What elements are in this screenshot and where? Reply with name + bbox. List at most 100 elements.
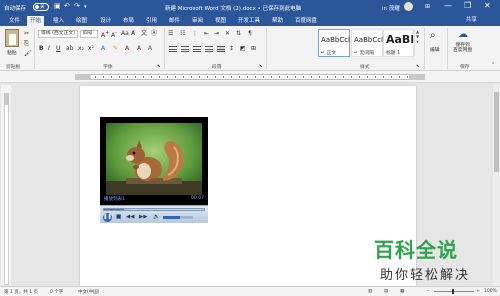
highlight-icon[interactable]: ✎ [113, 45, 118, 52]
font-dialog-launcher-icon[interactable]: ⬊ [157, 62, 160, 69]
redo-icon[interactable]: ↷ [74, 2, 80, 10]
paste-label[interactable]: 粘贴 [7, 49, 17, 56]
subscript-icon[interactable]: x₂ [78, 45, 84, 52]
cut-icon[interactable]: ✂ [24, 30, 29, 37]
show-marks-icon[interactable]: ¶ [248, 30, 252, 37]
word-count[interactable]: 0 个字 [50, 289, 63, 295]
ruler-tick [351, 76, 352, 78]
media-player[interactable]: 播放列表1 00:07 ❚❚ ■ ◀◀ ▶▶ 🔈 [100, 117, 208, 223]
font-group-label: 字体 [103, 65, 113, 70]
grow-font-icon[interactable]: A+ [101, 30, 109, 39]
share-button[interactable]: 共享 [466, 15, 477, 25]
editing-label[interactable]: 编辑 [430, 46, 440, 53]
tab-review[interactable]: 审阅 [189, 16, 206, 26]
shading-icon[interactable]: ◩ [240, 45, 246, 52]
distributed-icon[interactable] [217, 46, 225, 52]
paste-icon[interactable] [5, 29, 19, 47]
save-to-baidu-button[interactable]: 保存到 百度网盘 [453, 43, 472, 53]
language-indicator[interactable]: 中文(中国) [78, 289, 100, 295]
group-divider [447, 28, 448, 69]
tab-help[interactable]: 帮助 [269, 16, 286, 26]
tab-insert[interactable]: 插入 [50, 16, 67, 26]
qat-dropdown-icon[interactable]: ▾ [84, 4, 87, 10]
time-readout: 00:07 [191, 196, 204, 201]
strikethrough-icon[interactable]: ab [66, 45, 74, 52]
tab-draw[interactable]: 绘图 [73, 16, 90, 26]
align-right-icon[interactable] [193, 46, 201, 52]
next-icon[interactable]: ▶▶ [139, 213, 147, 221]
page-count[interactable]: 第 1 页，共 1 页 [4, 289, 38, 295]
ruler-left-margin [75, 74, 91, 80]
align-left-icon[interactable] [169, 46, 177, 52]
enclose-char-icon[interactable]: Ⓐ [151, 30, 157, 37]
seek-bar[interactable] [103, 208, 205, 211]
font-name-select[interactable]: 等线 (西文正文) [38, 30, 78, 38]
tab-layout[interactable]: 布局 [120, 16, 137, 26]
text-effects-icon[interactable]: A [101, 45, 105, 52]
char-shading-icon[interactable]: A [137, 45, 141, 52]
tab-developer[interactable]: 开发工具 [235, 16, 263, 26]
copy-icon[interactable]: ⎘ [24, 40, 29, 47]
collapse-ribbon-icon[interactable]: ⌃ [491, 62, 495, 69]
tab-file[interactable]: 文件 [6, 16, 23, 26]
format-painter-icon[interactable]: 🖌 [24, 50, 32, 57]
tab-design[interactable]: 设计 [97, 16, 114, 26]
borders-icon[interactable]: ⊞ [251, 45, 256, 52]
tab-references[interactable]: 引用 [143, 16, 160, 26]
style-no-spacing[interactable]: AaBbCcl ↵ 无间隔 [351, 29, 383, 57]
justify-icon[interactable] [205, 46, 213, 52]
previous-icon[interactable]: ◀◀ [126, 213, 134, 221]
tab-mailings[interactable]: 邮件 [166, 16, 183, 26]
volume-slider[interactable] [163, 216, 193, 219]
user-name[interactable]: in 茂耀 [382, 4, 400, 12]
chinese-layout-icon[interactable]: ✕ [225, 30, 230, 37]
vruler-track[interactable] [4, 93, 9, 285]
ruler-tick [367, 76, 368, 78]
font-color-icon[interactable]: A [125, 45, 129, 52]
style-normal[interactable]: AaBbCcl ↵ 正文 [318, 29, 350, 57]
close-button[interactable]: ✕ [484, 1, 491, 10]
baidu-netdisk-icon[interactable]: ☁ [458, 29, 468, 40]
phonetic-guide-icon[interactable]: 文 [141, 30, 147, 37]
volume-icon[interactable]: 🔈 [153, 213, 160, 221]
numbering-icon[interactable]: ☷ [180, 30, 185, 37]
avatar[interactable] [404, 2, 413, 11]
scrollbar-thumb[interactable] [494, 92, 499, 172]
ruler-tick [215, 76, 216, 78]
clear-format-icon[interactable]: A̸ [131, 30, 135, 37]
undo-icon[interactable]: ↶ [64, 2, 70, 10]
ruler-tick [143, 76, 144, 78]
tab-baidu-netdisk[interactable]: 百度网盘 [292, 16, 320, 26]
increase-indent-icon[interactable]: ⇥ [214, 30, 219, 37]
group-divider [34, 28, 35, 69]
styles-dialog-launcher-icon[interactable]: ⬊ [416, 62, 419, 69]
tab-home[interactable]: 开始 [27, 16, 45, 26]
minimize-button[interactable]: — [444, 1, 452, 10]
pause-button[interactable]: ❚❚ [103, 213, 112, 222]
line-spacing-icon[interactable]: ↕ [229, 45, 234, 52]
autosave-state: 关 [40, 5, 45, 10]
align-center-icon[interactable] [181, 46, 189, 52]
save-icon[interactable]: ▣ [54, 2, 61, 10]
styles-scroll[interactable]: ▲ ▼ ▾ [413, 29, 421, 57]
font-size-select[interactable]: 四号 [80, 30, 98, 38]
style-name: ↵ 无间隔 [354, 51, 374, 56]
bold-icon[interactable]: B [39, 45, 44, 52]
italic-icon[interactable]: I [48, 45, 50, 52]
ribbon-display-icon[interactable]: ⊞ [425, 3, 430, 10]
paragraph-dialog-launcher-icon[interactable]: ⬊ [259, 62, 262, 69]
bullets-icon[interactable]: ☰ [168, 30, 173, 37]
shrink-font-icon[interactable]: A- [111, 30, 117, 39]
tab-view[interactable]: 视图 [212, 16, 229, 26]
decrease-indent-icon[interactable]: ⇤ [204, 30, 209, 37]
style-heading-1[interactable]: AaBl 标题 1 [383, 29, 415, 57]
search-icon[interactable]: ⌕ [430, 30, 436, 41]
sort-icon[interactable]: ⇅ [236, 30, 241, 37]
char-border-icon[interactable]: Ａ [147, 45, 153, 52]
change-case-icon[interactable]: Aa [121, 30, 129, 37]
superscript-icon[interactable]: x² [88, 45, 94, 52]
multilevel-list-icon[interactable]: ⋮ [192, 30, 198, 37]
restore-button[interactable]: ❐ [464, 1, 471, 10]
stop-icon[interactable]: ■ [116, 213, 121, 221]
underline-icon[interactable]: U [56, 45, 60, 52]
